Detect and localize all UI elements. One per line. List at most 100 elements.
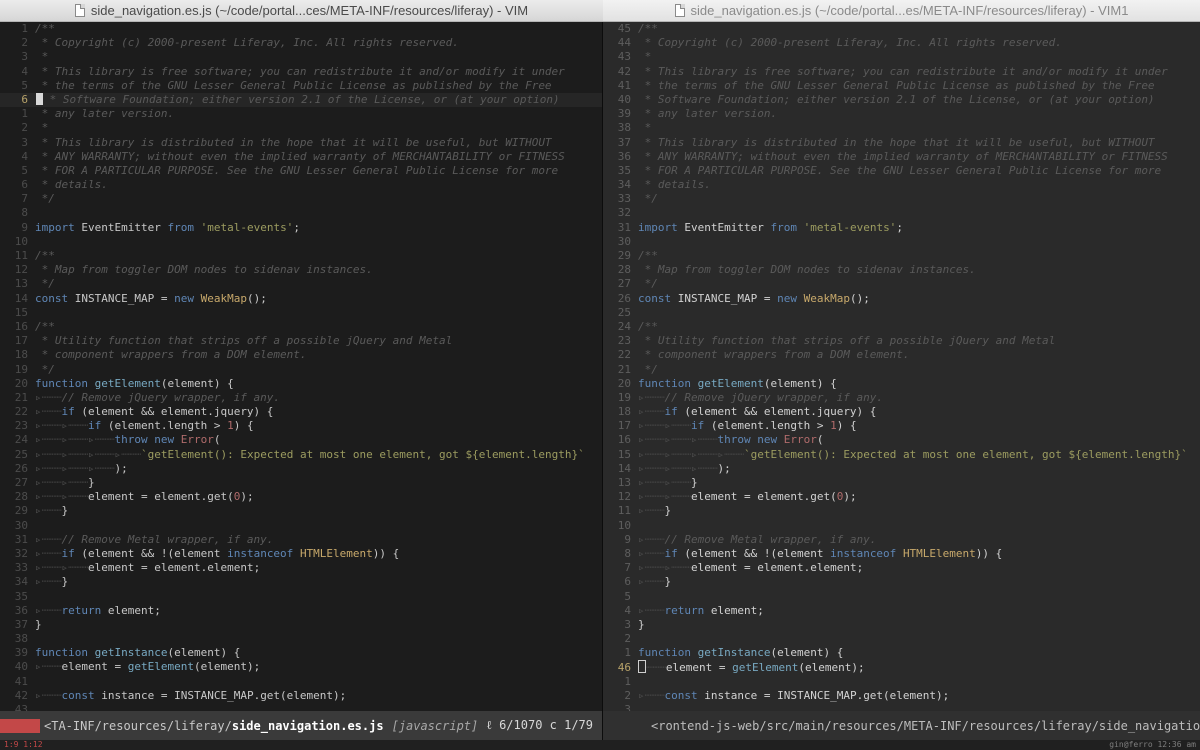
code-line[interactable]: 42 ▹┈┈┈const instance = INSTANCE_MAP.get(…: [0, 689, 603, 703]
code-line[interactable]: 34 ▹┈┈┈}: [0, 575, 603, 589]
code-line[interactable]: 42 * This library is free software; you …: [603, 65, 1200, 79]
code-line[interactable]: 46 ┈┈┈element = getElement(element);: [603, 660, 1200, 674]
code-line[interactable]: 3}: [603, 618, 1200, 632]
code-line[interactable]: 36 * ANY WARRANTY; without even the impl…: [603, 150, 1200, 164]
code-line[interactable]: 27 ▹┈┈┈▹┈┈┈}: [0, 476, 603, 490]
code-line[interactable]: 8: [0, 206, 603, 220]
code-line[interactable]: 20 function getElement(element) {: [603, 377, 1200, 391]
left-window-titlebar[interactable]: side_navigation.es.js (~/code/portal...c…: [0, 0, 603, 22]
code-line[interactable]: 12 * Map from toggler DOM nodes to siden…: [0, 263, 603, 277]
left-vim-window[interactable]: side_navigation.es.js (~/code/portal...c…: [0, 0, 603, 740]
code-line[interactable]: 23 ▹┈┈┈▹┈┈┈if (element.length > 1) {: [0, 419, 603, 433]
code-line[interactable]: 26 const INSTANCE_MAP = new WeakMap();: [603, 292, 1200, 306]
right-editor-buffer[interactable]: 45/** 44 * Copyright (c) 2000-present Lif…: [603, 22, 1200, 711]
code-line[interactable]: 44 * Copyright (c) 2000-present Liferay,…: [603, 36, 1200, 50]
code-line[interactable]: 19 ▹┈┈┈// Remove jQuery wrapper, if any.: [603, 391, 1200, 405]
code-line[interactable]: 31 ▹┈┈┈// Remove Metal wrapper, if any.: [0, 533, 603, 547]
code-line[interactable]: 28 ▹┈┈┈▹┈┈┈element = element.get(0);: [0, 490, 603, 504]
code-line[interactable]: 22 * component wrappers from a DOM eleme…: [603, 348, 1200, 362]
code-line[interactable]: 17 ▹┈┈┈▹┈┈┈if (element.length > 1) {: [603, 419, 1200, 433]
code-line[interactable]: 31 import EventEmitter from 'metal-events…: [603, 221, 1200, 235]
code-line[interactable]: 37 * This library is distributed in the …: [603, 136, 1200, 150]
code-line[interactable]: 5: [603, 590, 1200, 604]
code-line[interactable]: 1: [603, 675, 1200, 689]
code-line[interactable]: 35 * FOR A PARTICULAR PURPOSE. See the G…: [603, 164, 1200, 178]
code-line[interactable]: 1 * any later version.: [0, 107, 603, 121]
code-line[interactable]: 26 ▹┈┈┈▹┈┈┈▹┈┈┈);: [0, 462, 603, 476]
code-line[interactable]: 11 ▹┈┈┈}: [603, 504, 1200, 518]
code-line[interactable]: 29 ▹┈┈┈}: [0, 504, 603, 518]
code-line[interactable]: 33 */: [603, 192, 1200, 206]
code-line[interactable]: 32 ▹┈┈┈if (element && !(element instanceo…: [0, 547, 603, 561]
code-line[interactable]: 16 /**: [0, 320, 603, 334]
code-line[interactable]: 39 * any later version.: [603, 107, 1200, 121]
code-line[interactable]: 2: [603, 632, 1200, 646]
code-line[interactable]: 27 */: [603, 277, 1200, 291]
code-line[interactable]: 40 * Software Foundation; either version…: [603, 93, 1200, 107]
code-line[interactable]: 2 * Copyright (c) 2000-present Liferay, …: [0, 36, 603, 50]
code-line[interactable]: 43: [0, 703, 603, 711]
code-line[interactable]: 41: [0, 675, 603, 689]
code-line[interactable]: 9 ▹┈┈┈// Remove Metal wrapper, if any.: [603, 533, 1200, 547]
code-line[interactable]: 3 *: [0, 50, 603, 64]
code-line[interactable]: 18 ▹┈┈┈if (element && element.jquery) {: [603, 405, 1200, 419]
code-line[interactable]: 16 ▹┈┈┈▹┈┈┈▹┈┈┈throw new Error(: [603, 433, 1200, 447]
code-line[interactable]: 21 */: [603, 363, 1200, 377]
code-line[interactable]: 40 ▹┈┈┈element = getElement(element);: [0, 660, 603, 674]
code-line[interactable]: 33 ▹┈┈┈▹┈┈┈element = element.element;: [0, 561, 603, 575]
code-line[interactable]: 18 * component wrappers from a DOM eleme…: [0, 348, 603, 362]
code-line[interactable]: 8 ▹┈┈┈if (element && !(element instanceof…: [603, 547, 1200, 561]
code-line[interactable]: 4 * ANY WARRANTY; without even the impli…: [0, 150, 603, 164]
code-line[interactable]: 39 function getInstance(element) {: [0, 646, 603, 660]
code-line[interactable]: 30: [0, 519, 603, 533]
code-line[interactable]: 19 */: [0, 363, 603, 377]
code-line[interactable]: 10: [0, 235, 603, 249]
code-line[interactable]: 14 ▹┈┈┈▹┈┈┈▹┈┈┈);: [603, 462, 1200, 476]
code-line[interactable]: 43 *: [603, 50, 1200, 64]
code-line[interactable]: 45 /**: [603, 22, 1200, 36]
code-line[interactable]: 3 * This library is distributed in the h…: [0, 136, 603, 150]
code-line[interactable]: 29 /**: [603, 249, 1200, 263]
code-line[interactable]: 24 /**: [603, 320, 1200, 334]
code-line[interactable]: 5 * FOR A PARTICULAR PURPOSE. See the GN…: [0, 164, 603, 178]
code-line[interactable]: 23 * Utility function that strips off a …: [603, 334, 1200, 348]
code-line[interactable]: 10: [603, 519, 1200, 533]
code-line[interactable]: 15 ▹┈┈┈▹┈┈┈▹┈┈┈▹┈┈┈`getElement(): Expecte…: [603, 448, 1200, 462]
code-line[interactable]: 34 * details.: [603, 178, 1200, 192]
left-editor-buffer[interactable]: 1/** 2 * Copyright (c) 2000-present Lifer…: [0, 22, 603, 711]
code-line[interactable]: 28 * Map from toggler DOM nodes to siden…: [603, 263, 1200, 277]
code-line[interactable]: 5 * the terms of the GNU Lesser General …: [0, 79, 603, 93]
code-line[interactable]: 20 function getElement(element) {: [0, 377, 603, 391]
code-line[interactable]: 12 ▹┈┈┈▹┈┈┈element = element.get(0);: [603, 490, 1200, 504]
code-line[interactable]: 13 */: [0, 277, 603, 291]
code-line[interactable]: 25: [603, 306, 1200, 320]
code-line[interactable]: 4 * This library is free software; you c…: [0, 65, 603, 79]
code-line[interactable]: 4 ▹┈┈┈return element;: [603, 604, 1200, 618]
code-line[interactable]: 41 * the terms of the GNU Lesser General…: [603, 79, 1200, 93]
code-line[interactable]: 11 /**: [0, 249, 603, 263]
code-line[interactable]: 37}: [0, 618, 603, 632]
right-window-titlebar[interactable]: side_navigation.es.js (~/code/portal...e…: [603, 0, 1200, 22]
code-line[interactable]: 22 ▹┈┈┈if (element && element.jquery) {: [0, 405, 603, 419]
code-line[interactable]: 38 *: [603, 121, 1200, 135]
code-line[interactable]: 25 ▹┈┈┈▹┈┈┈▹┈┈┈▹┈┈┈`getElement(): Expecte…: [0, 448, 603, 462]
code-line[interactable]: 17 * Utility function that strips off a …: [0, 334, 603, 348]
code-line[interactable]: 2 *: [0, 121, 603, 135]
right-vim-window[interactable]: side_navigation.es.js (~/code/portal...e…: [603, 0, 1200, 740]
code-line[interactable]: 38: [0, 632, 603, 646]
code-line[interactable]: 24 ▹┈┈┈▹┈┈┈▹┈┈┈throw new Error(: [0, 433, 603, 447]
code-line[interactable]: 35: [0, 590, 603, 604]
code-line[interactable]: 2 ▹┈┈┈const instance = INSTANCE_MAP.get(e…: [603, 689, 1200, 703]
code-line[interactable]: 6 * Software Foundation; either version …: [0, 92, 603, 108]
code-line[interactable]: 9 import EventEmitter from 'metal-events'…: [0, 221, 603, 235]
code-line[interactable]: 30: [603, 235, 1200, 249]
code-line[interactable]: 36 ▹┈┈┈return element;: [0, 604, 603, 618]
code-line[interactable]: 7 ▹┈┈┈▹┈┈┈element = element.element;: [603, 561, 1200, 575]
code-line[interactable]: 13 ▹┈┈┈▹┈┈┈}: [603, 476, 1200, 490]
code-line[interactable]: 32: [603, 206, 1200, 220]
code-line[interactable]: 3: [603, 703, 1200, 711]
code-line[interactable]: 21 ▹┈┈┈// Remove jQuery wrapper, if any.: [0, 391, 603, 405]
code-line[interactable]: 6 * details.: [0, 178, 603, 192]
code-line[interactable]: 6 ▹┈┈┈}: [603, 575, 1200, 589]
code-line[interactable]: 14 const INSTANCE_MAP = new WeakMap();: [0, 292, 603, 306]
